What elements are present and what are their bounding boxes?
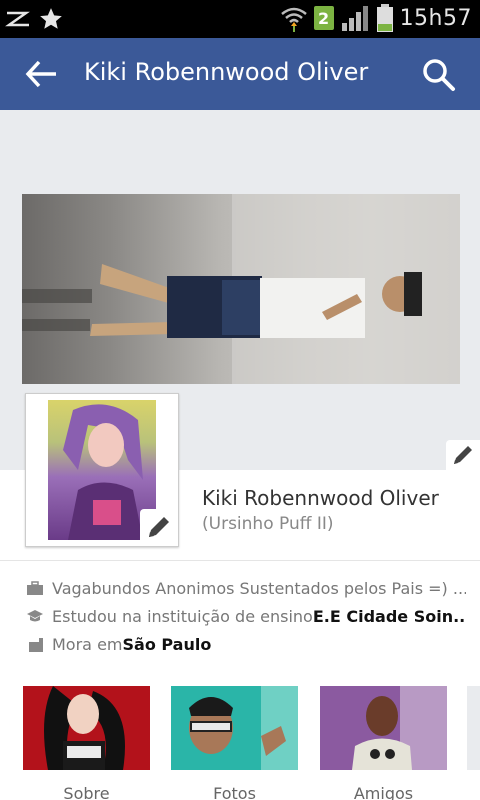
tile-label-sobre: Sobre — [63, 784, 110, 800]
wifi-icon — [280, 7, 307, 32]
location-city[interactable]: São Paulo — [123, 635, 212, 654]
clock: 15h57 — [399, 5, 472, 31]
status-bar: 2 15h57 — [0, 0, 480, 38]
back-arrow-icon[interactable] — [22, 56, 62, 92]
cell-signal-icon — [341, 6, 368, 31]
signal-z-icon — [5, 11, 30, 27]
education-row[interactable]: Estudou na instituição de ensino E.E Cid… — [26, 604, 466, 628]
tile-amigos[interactable] — [320, 686, 447, 770]
briefcase-icon — [27, 581, 43, 595]
amigos-thumbnail — [320, 686, 447, 770]
star-icon — [40, 8, 62, 29]
edit-cover-pencil-icon[interactable] — [446, 440, 480, 470]
location-prefix: Mora em — [52, 634, 123, 654]
education-school[interactable]: E.E Cidade Soin... — [313, 607, 466, 626]
work-text: Vagabundos Anonimos Sustentados pelos Pa… — [52, 578, 466, 598]
work-row[interactable]: Vagabundos Anonimos Sustentados pelos Pa… — [26, 576, 466, 600]
profile-name-block: Kiki Robennwood Oliver (Ursinho Puff II) — [202, 486, 439, 534]
location-row[interactable]: Mora em São Paulo — [26, 632, 466, 656]
education-prefix: Estudou na instituição de ensino — [52, 606, 313, 626]
search-icon[interactable] — [420, 56, 458, 94]
tile-next-partial[interactable] — [467, 686, 480, 770]
sobre-thumbnail — [23, 686, 150, 770]
tile-label-fotos: Fotos — [213, 784, 256, 800]
app-bar: Kiki Robennwood Oliver — [0, 38, 480, 110]
profile-name: Kiki Robennwood Oliver — [202, 486, 439, 510]
tile-fotos[interactable] — [171, 686, 298, 770]
tile-sobre[interactable] — [23, 686, 150, 770]
tile-label-amigos: Amigos — [353, 784, 414, 800]
divider — [0, 560, 480, 561]
graduation-cap-icon — [27, 610, 43, 622]
edit-profile-pencil-icon[interactable] — [140, 509, 176, 545]
profile-nickname: (Ursinho Puff II) — [202, 514, 334, 534]
cover-photo-figure — [22, 194, 460, 384]
fotos-thumbnail — [171, 686, 298, 770]
battery-icon — [376, 4, 393, 32]
notification-badge: 2 — [313, 6, 334, 30]
page-title: Kiki Robennwood Oliver — [84, 58, 369, 86]
cover-photo[interactable] — [22, 194, 460, 384]
home-icon — [29, 638, 43, 652]
